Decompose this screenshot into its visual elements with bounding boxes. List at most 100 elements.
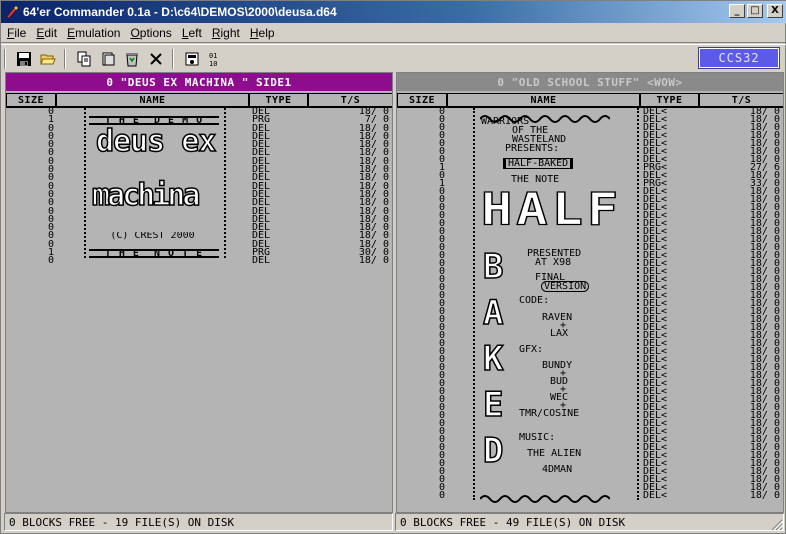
table-row[interactable]: 0 DEL 18/ 0 bbox=[6, 173, 392, 183]
minimize-button[interactable]: _ bbox=[729, 4, 745, 18]
table-row[interactable]: 0 DEL< 18/ 0 bbox=[397, 411, 783, 421]
table-row[interactable]: 0 DEL< 18/ 0 bbox=[397, 131, 783, 141]
table-row[interactable]: 0 DEL 18/ 0 bbox=[6, 165, 392, 175]
table-row[interactable]: 0 DEL< 18/ 0 bbox=[397, 299, 783, 309]
file-size: 0 bbox=[438, 490, 445, 501]
table-row[interactable]: 0 DEL< 18/ 0 bbox=[397, 459, 783, 469]
table-row[interactable]: 0 DEL 18/ 0 bbox=[6, 214, 392, 224]
paste-button[interactable] bbox=[97, 48, 119, 70]
table-row[interactable]: 0 DEL< 18/ 0 bbox=[397, 291, 783, 301]
title-bar[interactable]: 64'er Commander 0.1a - D:\c64\DEMOS\2000… bbox=[1, 1, 786, 23]
recycle-button[interactable] bbox=[121, 48, 143, 70]
table-row[interactable]: 0 DEL< 18/ 0 bbox=[397, 435, 783, 445]
menu-help[interactable]: Help bbox=[246, 26, 279, 40]
menu-edit[interactable]: Edit bbox=[32, 26, 61, 40]
table-row[interactable]: 0 DEL< 18/ 0 bbox=[397, 315, 783, 325]
save-button[interactable] bbox=[13, 48, 35, 70]
left-file-list[interactable]: 0 DEL 18/ 0 1 T_H_E__D_E_M_O PRG 7/ 0 0 DEL 18/ 0… bbox=[6, 108, 392, 512]
table-row[interactable]: 0 DEL< 18/ 0 bbox=[397, 251, 783, 261]
binary-button[interactable]: 01 10 bbox=[205, 48, 227, 70]
file-size: 0 bbox=[438, 354, 445, 365]
table-row[interactable]: 0 DEL< 18/ 0 bbox=[397, 443, 783, 453]
table-row[interactable]: 0 DEL 18/ 0 bbox=[6, 181, 392, 191]
menu-right[interactable]: Right bbox=[208, 26, 244, 40]
table-row[interactable]: 0 DEL< 18/ 0 bbox=[397, 451, 783, 461]
table-row[interactable]: 0 DEL< 18/ 0 bbox=[397, 275, 783, 285]
table-row[interactable]: 0 DEL< 18/ 0 bbox=[397, 155, 783, 165]
table-row[interactable]: 0 DEL< 18/ 0 bbox=[397, 354, 783, 365]
table-row[interactable]: 0 DEL< 18/ 0 bbox=[397, 267, 783, 277]
file-size: 0 bbox=[438, 426, 445, 437]
table-row[interactable]: 0 DEL< 18/ 0 bbox=[397, 339, 783, 349]
menu-bar: File Edit Emulation Options Left Right H… bbox=[1, 23, 786, 43]
file-size: 0 bbox=[438, 466, 445, 477]
col-ts[interactable]: T/S bbox=[700, 94, 783, 106]
table-row[interactable]: 0 DEL< 18/ 0 bbox=[397, 379, 783, 389]
disk-drive-icon bbox=[185, 52, 199, 65]
table-row[interactable]: 0 DEL 18/ 0 bbox=[6, 223, 392, 233]
table-row[interactable]: 0 DEL< 18/ 0 bbox=[397, 282, 783, 293]
table-row[interactable]: 0 DEL< 18/ 0 bbox=[397, 371, 783, 381]
table-row[interactable]: 1 T_H_E__N_O_T_E PRG 30/ 0 bbox=[6, 248, 392, 259]
file-size: 0 bbox=[438, 306, 445, 317]
table-row[interactable]: 0 DEL< 18/ 0 bbox=[397, 235, 783, 245]
col-name[interactable]: NAME bbox=[57, 94, 248, 106]
table-row[interactable]: 0 DEL< 18/ 0 bbox=[397, 323, 783, 333]
col-name[interactable]: NAME bbox=[448, 94, 639, 106]
table-row[interactable]: 0 DEL 18/ 0 bbox=[6, 205, 392, 217]
delete-button[interactable] bbox=[145, 48, 167, 70]
table-row[interactable]: 0 DEL< 18/ 0 bbox=[397, 306, 783, 317]
credit-line: 4DMAN bbox=[542, 464, 573, 475]
file-size: 0 bbox=[438, 282, 445, 293]
file-size: 0 bbox=[438, 194, 445, 205]
open-button[interactable] bbox=[37, 48, 59, 70]
menu-options[interactable]: Options bbox=[126, 26, 175, 40]
table-row[interactable]: 0 DEL 18/ 0 bbox=[6, 189, 392, 199]
close-button[interactable]: X bbox=[767, 4, 783, 18]
table-row[interactable]: 0 DEL 18/ 0 bbox=[6, 156, 392, 166]
maximize-button[interactable]: □ bbox=[747, 4, 763, 18]
col-type[interactable]: TYPE bbox=[250, 94, 307, 106]
table-row[interactable]: 0 DEL 18/ 0 bbox=[6, 198, 392, 208]
file-size: 0 bbox=[47, 205, 54, 217]
file-size: 0 bbox=[438, 210, 445, 221]
menu-emulation[interactable]: Emulation bbox=[63, 26, 124, 40]
menu-left[interactable]: Left bbox=[178, 26, 206, 40]
table-row[interactable]: 0 DEL< 18/ 0 bbox=[397, 466, 783, 477]
table-row[interactable]: 0 DEL< 18/ 0 bbox=[397, 258, 783, 269]
copy-button[interactable] bbox=[73, 48, 95, 70]
table-row[interactable]: 0 DEL< 18/ 0 bbox=[397, 475, 783, 485]
table-row[interactable]: 0 DEL< 18/ 0 bbox=[397, 395, 783, 405]
table-row[interactable]: 0 DEL< 18/ 0 bbox=[397, 363, 783, 373]
table-row[interactable]: 0 DEL< 18/ 0 bbox=[397, 426, 783, 437]
table-row[interactable]: 0 (C) CREST 2000 DEL 18/ 0 bbox=[6, 231, 392, 241]
table-row[interactable]: 0 DEL< 18/ 0 bbox=[397, 419, 783, 429]
table-row[interactable]: 0 DEL< 18/ 0 bbox=[397, 138, 783, 149]
resize-grip-icon[interactable] bbox=[771, 519, 783, 531]
right-panel[interactable]: 0 "OLD SCHOOL STUFF" <WOW> SIZE NAME TYP… bbox=[396, 72, 784, 513]
right-file-list[interactable]: 0 DEL< 18/ 0 0 DEL< 18/ 0 0 DEL< 18/ 0 0 DEL< 18/ 0… bbox=[397, 108, 783, 512]
right-disk-title: 0 "OLD SCHOOL STUFF" <WOW> bbox=[397, 73, 783, 91]
left-panel[interactable]: 0 "DEUS EX MACHINA " SIDE1 SIZE NAME TYP… bbox=[5, 72, 393, 513]
table-row[interactable]: 0 DEL< 18/ 0 bbox=[397, 331, 783, 341]
menu-file[interactable]: File bbox=[3, 26, 30, 40]
file-track-sector: 18/ 0 bbox=[358, 255, 389, 267]
table-row[interactable]: 0 DEL< 18/ 0 bbox=[397, 147, 783, 157]
table-row[interactable]: 0 DEL< 18/ 0 bbox=[397, 347, 783, 357]
col-size[interactable]: SIZE bbox=[7, 94, 55, 106]
table-row[interactable]: 0 DEL< 18/ 0 bbox=[397, 387, 783, 397]
col-type[interactable]: TYPE bbox=[641, 94, 698, 106]
table-row[interactable]: 0 DEL 18/ 0 bbox=[6, 239, 392, 249]
table-row[interactable]: 1 PRG< 27/ 6 bbox=[397, 163, 783, 173]
table-row[interactable]: 0 DEL< 18/ 0 bbox=[397, 243, 783, 253]
table-row[interactable]: 0 DEL 18/ 0 bbox=[6, 108, 392, 117]
ccs32-badge[interactable]: CCS32 bbox=[698, 47, 780, 69]
col-size[interactable]: SIZE bbox=[398, 94, 446, 106]
disk-button[interactable] bbox=[181, 48, 203, 70]
table-row[interactable]: 0 DEL 18/ 0 bbox=[6, 255, 392, 267]
col-ts[interactable]: T/S bbox=[309, 94, 392, 106]
table-row[interactable]: 0 DEL< 18/ 0 bbox=[397, 403, 783, 413]
table-row[interactable]: 0 DEL< 18/ 0 bbox=[397, 171, 783, 181]
file-size: 0 bbox=[438, 138, 445, 149]
file-size: 0 bbox=[438, 258, 445, 269]
